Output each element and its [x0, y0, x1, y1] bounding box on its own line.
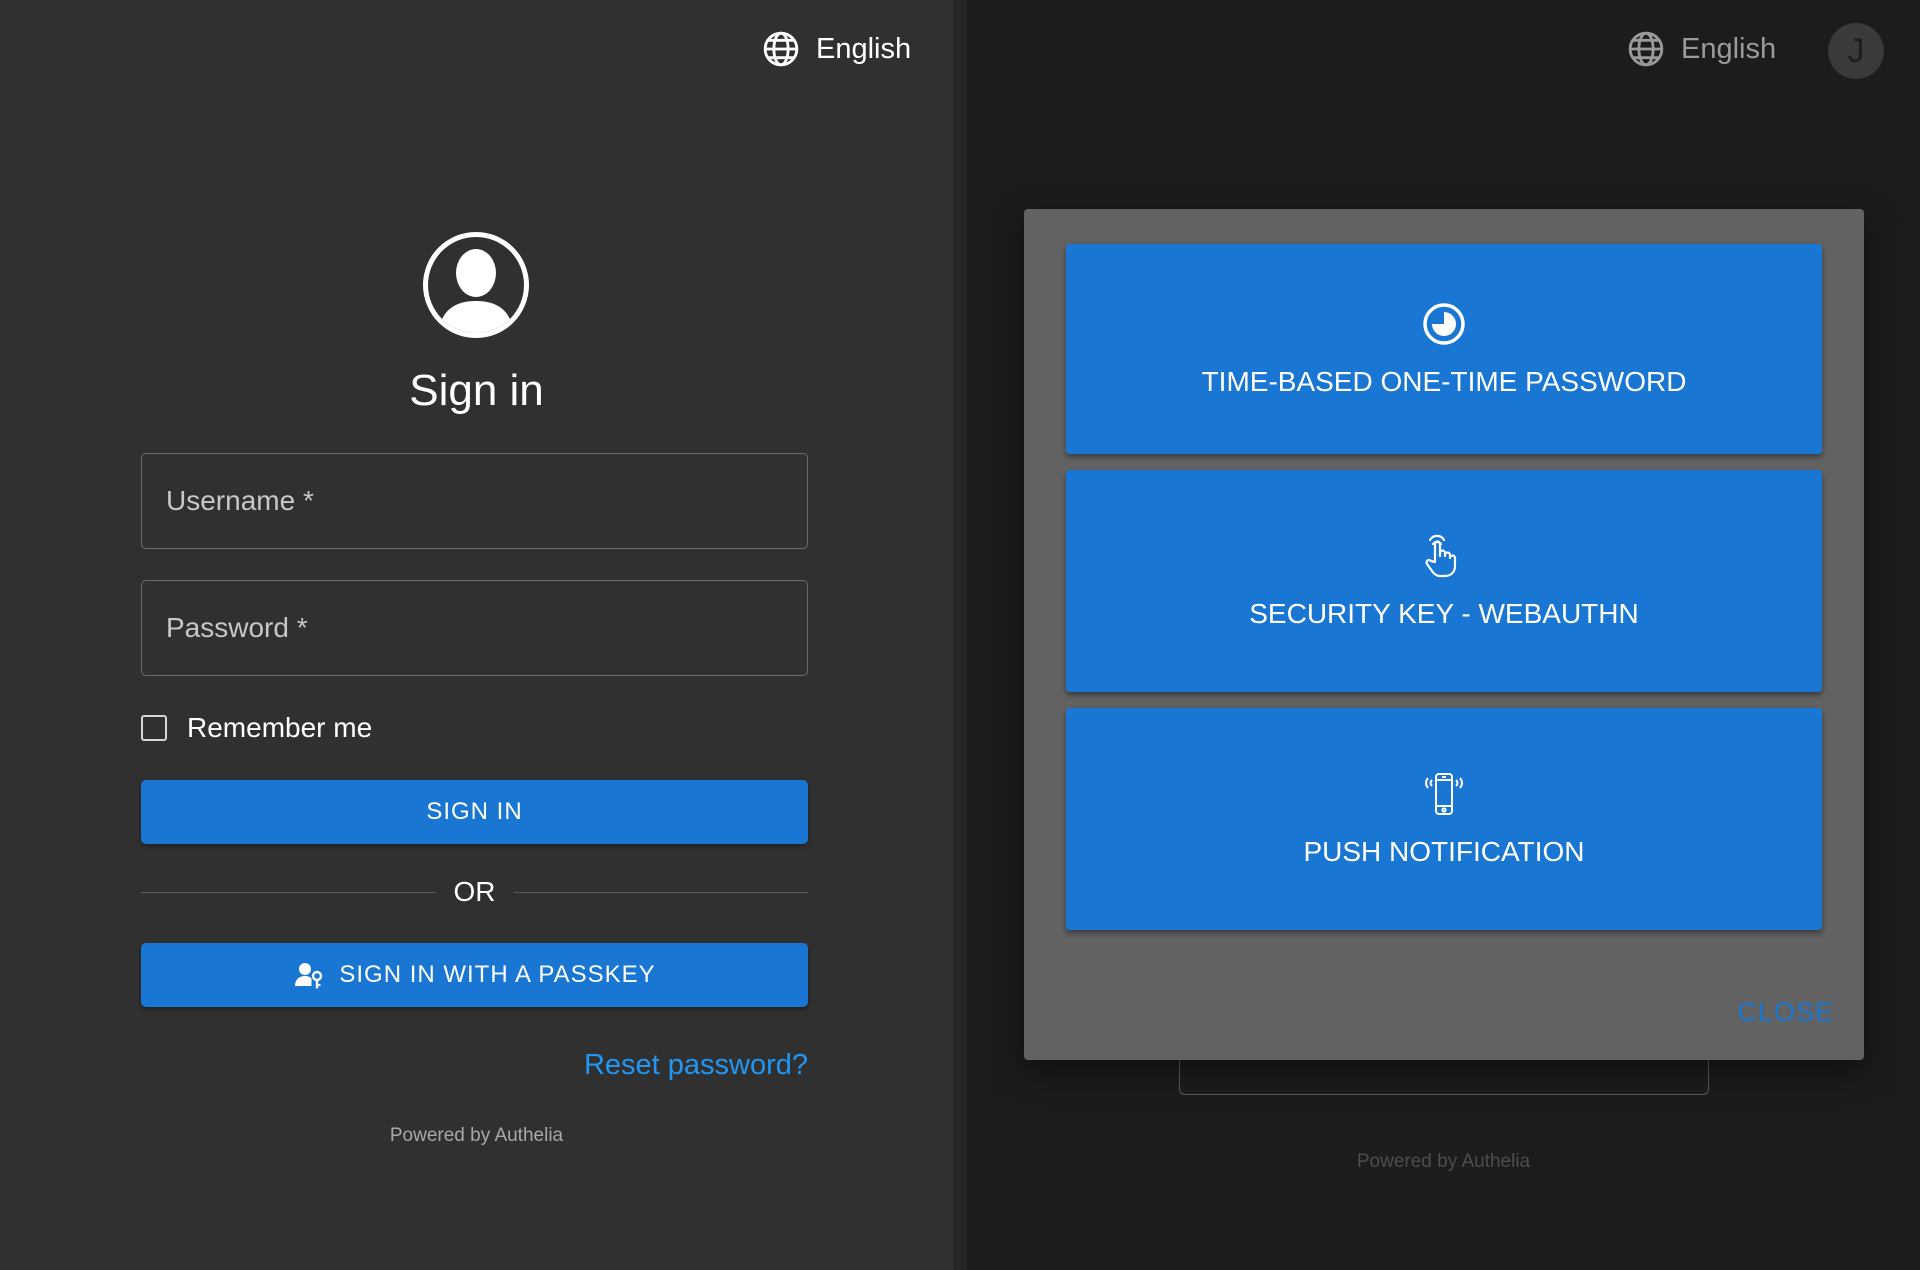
push-notification-method-label: PUSH NOTIFICATION: [1303, 836, 1585, 867]
push-notification-method-button[interactable]: PUSH NOTIFICATION: [1066, 708, 1822, 930]
passkey-button-label: SIGN IN WITH A PASSKEY: [339, 961, 656, 988]
password-input[interactable]: [142, 581, 807, 675]
second-factor-panel: English J Powered by Authelia TIME-BASED…: [967, 0, 1920, 1270]
remember-me-checkbox[interactable]: [141, 715, 167, 741]
username-field[interactable]: [141, 453, 808, 549]
password-field[interactable]: [141, 580, 808, 676]
webauthn-method-label: SECURITY KEY - WEBAUTHN: [1249, 598, 1639, 629]
divider-line: [141, 891, 436, 893]
language-selector[interactable]: English: [762, 30, 911, 68]
passkey-button[interactable]: SIGN IN WITH A PASSKEY: [141, 943, 808, 1007]
user-avatar-icon: [423, 232, 529, 338]
method-selection-dialog: TIME-BASED ONE-TIME PASSWORD SECURITY KE…: [1024, 209, 1864, 1060]
or-label: OR: [453, 876, 496, 907]
totp-method-label: TIME-BASED ONE-TIME PASSWORD: [1201, 366, 1687, 397]
powered-by-footer: Powered by Authelia: [389, 1125, 564, 1146]
language-label: English: [1681, 32, 1777, 65]
close-dialog-button[interactable]: CLOSE: [1737, 997, 1834, 1028]
totp-method-button[interactable]: TIME-BASED ONE-TIME PASSWORD: [1066, 244, 1822, 454]
language-selector[interactable]: English: [1627, 30, 1776, 68]
passkey-icon: [295, 963, 323, 989]
reset-password-link[interactable]: Reset password?: [584, 1049, 808, 1082]
touch-icon: [1425, 534, 1457, 578]
divider-line: [513, 891, 808, 893]
sign-in-button[interactable]: SIGN IN: [141, 780, 808, 844]
phone-vibrate-icon: [1425, 773, 1463, 815]
powered-by-footer: Powered by Authelia: [1356, 1151, 1531, 1172]
sign-in-panel: English Sign in Remember me SIGN IN OR: [0, 0, 953, 1270]
sign-in-button-label: SIGN IN: [426, 798, 523, 825]
globe-icon: [1628, 31, 1664, 67]
remember-me-label: Remember me: [187, 712, 373, 743]
or-divider: OR: [141, 876, 808, 908]
page-title: Sign in: [409, 366, 544, 415]
globe-icon: [763, 31, 799, 67]
language-label: English: [816, 32, 912, 65]
username-input[interactable]: [142, 454, 807, 548]
timer-icon: [1423, 303, 1465, 345]
panel-divider: [953, 0, 967, 1270]
account-avatar[interactable]: J: [1828, 23, 1884, 79]
webauthn-method-button[interactable]: SECURITY KEY - WEBAUTHN: [1066, 470, 1822, 692]
remember-me[interactable]: Remember me: [141, 712, 372, 744]
